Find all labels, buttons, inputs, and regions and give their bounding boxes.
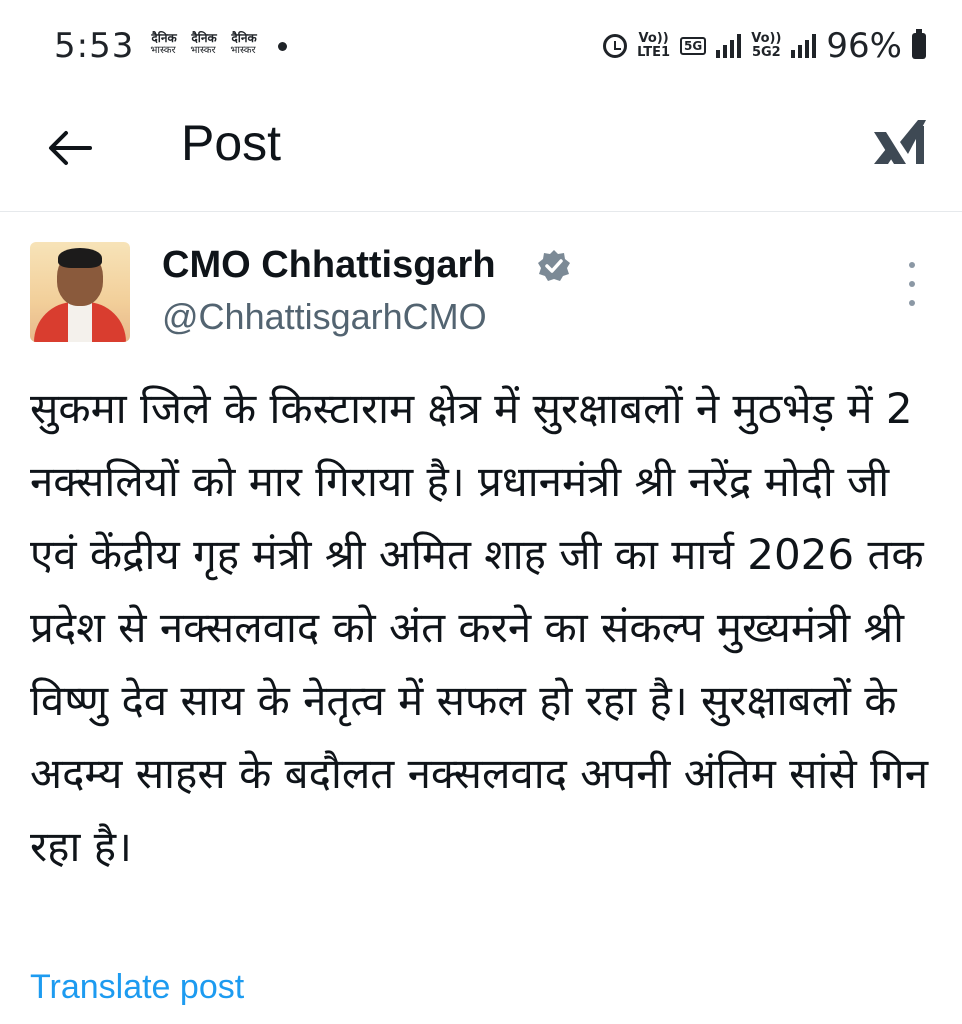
network-5g-badge: 5G bbox=[680, 37, 707, 55]
arrow-left-icon bbox=[49, 131, 92, 165]
avatar[interactable] bbox=[30, 242, 130, 342]
avatar-hair bbox=[58, 248, 102, 268]
dainik-bhaskar-notification-icon: दैनिक भास्कर bbox=[230, 31, 257, 56]
post-text: सुकमा जिले के किस्टाराम क्षेत्र में सुरक… bbox=[30, 384, 929, 871]
translate-post-link[interactable]: Translate post bbox=[30, 968, 244, 1007]
battery-percentage: 96% bbox=[826, 26, 902, 66]
more-notifications-dot-icon bbox=[278, 41, 288, 51]
author-name[interactable]: CMO Chhattisgarh bbox=[162, 244, 496, 287]
sim2-volte-indicator: Vo)) 5G2 bbox=[751, 31, 782, 60]
more-vertical-icon bbox=[909, 262, 915, 268]
battery-icon bbox=[912, 29, 926, 59]
more-options-button[interactable] bbox=[898, 262, 926, 306]
dainik-bhaskar-notification-icon: दैनिक भास्कर bbox=[190, 31, 217, 56]
author-handle[interactable]: @ChhattisgarhCMO bbox=[162, 296, 487, 338]
x-logo-button[interactable] bbox=[872, 116, 930, 166]
page-title: Post bbox=[181, 115, 282, 171]
x-logo-icon bbox=[874, 120, 926, 164]
status-bar: 5:53 दैनिक भास्कर दैनिक भास्कर दैनिक भास… bbox=[0, 0, 962, 92]
alarm-icon bbox=[603, 34, 628, 58]
dainik-bhaskar-notification-icon: दैनिक भास्कर bbox=[150, 31, 177, 56]
avatar-collar bbox=[68, 302, 92, 342]
status-left: 5:53 दैनिक भास्कर दैनिक भास्कर दैनिक भास… bbox=[54, 26, 288, 66]
status-time: 5:53 bbox=[54, 26, 135, 66]
signal-strength-icon bbox=[716, 34, 742, 58]
verified-badge-icon bbox=[538, 250, 570, 281]
post-container: CMO Chhattisgarh @ChhattisgarhCMO सुकमा … bbox=[0, 212, 962, 1024]
status-right: Vo)) LTE1 5G Vo)) 5G2 96% bbox=[603, 26, 926, 66]
back-button[interactable] bbox=[40, 118, 100, 178]
sim1-volte-indicator: Vo)) LTE1 bbox=[637, 31, 671, 60]
signal-strength-icon bbox=[791, 34, 817, 58]
post-header: Post bbox=[0, 92, 962, 212]
